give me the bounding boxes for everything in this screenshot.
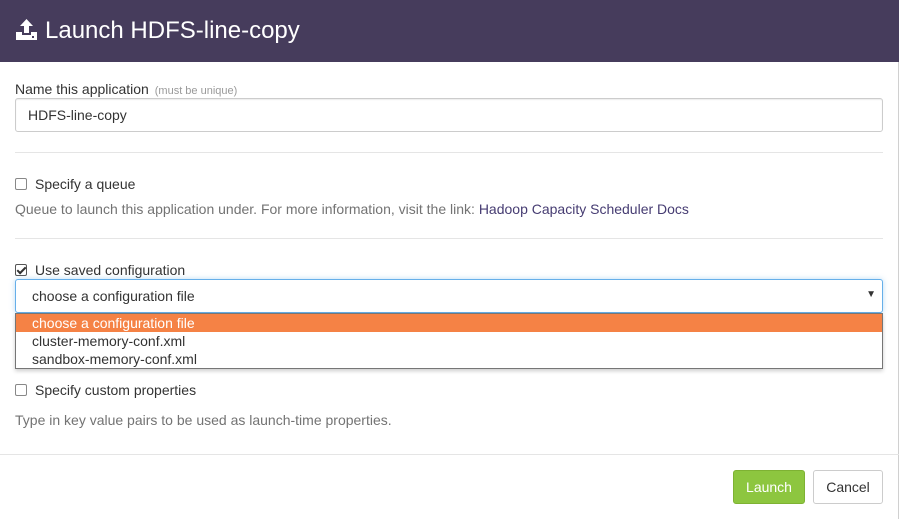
divider — [15, 238, 883, 239]
dropdown-option[interactable]: choose a configuration file — [16, 314, 882, 332]
launch-button[interactable]: Launch — [733, 470, 805, 504]
dropdown-option[interactable]: sandbox-memory-conf.xml — [16, 350, 882, 368]
saved-config-checkbox-label[interactable]: Use saved configuration — [35, 262, 185, 278]
dropdown-option[interactable]: cluster-memory-conf.xml — [16, 332, 882, 350]
queue-help-text: Queue to launch this application under. … — [15, 201, 689, 217]
capacity-scheduler-docs-link[interactable]: Hadoop Capacity Scheduler Docs — [479, 201, 689, 217]
cancel-button[interactable]: Cancel — [813, 470, 883, 504]
app-name-label: Name this application (must be unique) — [15, 81, 237, 97]
chevron-down-icon: ▼ — [866, 289, 876, 300]
config-file-select[interactable]: choose a configuration file ▼ — [15, 279, 883, 313]
saved-config-checkbox[interactable] — [15, 264, 27, 276]
saved-config-checkbox-row[interactable]: Use saved configuration — [15, 262, 185, 278]
divider — [15, 152, 883, 153]
modal-header: Launch HDFS-line-copy — [0, 0, 899, 62]
config-file-dropdown[interactable]: choose a configuration file cluster-memo… — [15, 313, 883, 369]
config-file-select-value: choose a configuration file — [32, 288, 195, 304]
custom-properties-checkbox-label[interactable]: Specify custom properties — [35, 382, 196, 398]
footer-divider — [0, 454, 899, 455]
queue-checkbox[interactable] — [15, 178, 27, 190]
queue-help-copy: Queue to launch this application under. … — [15, 201, 479, 217]
queue-checkbox-label[interactable]: Specify a queue — [35, 176, 135, 192]
custom-properties-checkbox[interactable] — [15, 384, 27, 396]
custom-properties-checkbox-row[interactable]: Specify custom properties — [15, 382, 196, 398]
app-name-label-text: Name this application — [15, 81, 149, 97]
modal-title: Launch HDFS-line-copy — [45, 17, 300, 44]
unique-hint: (must be unique) — [154, 85, 238, 97]
queue-checkbox-row[interactable]: Specify a queue — [15, 176, 135, 192]
custom-properties-help-text: Type in key value pairs to be used as la… — [15, 412, 392, 428]
app-name-input[interactable] — [15, 98, 883, 132]
upload-icon — [16, 19, 37, 40]
